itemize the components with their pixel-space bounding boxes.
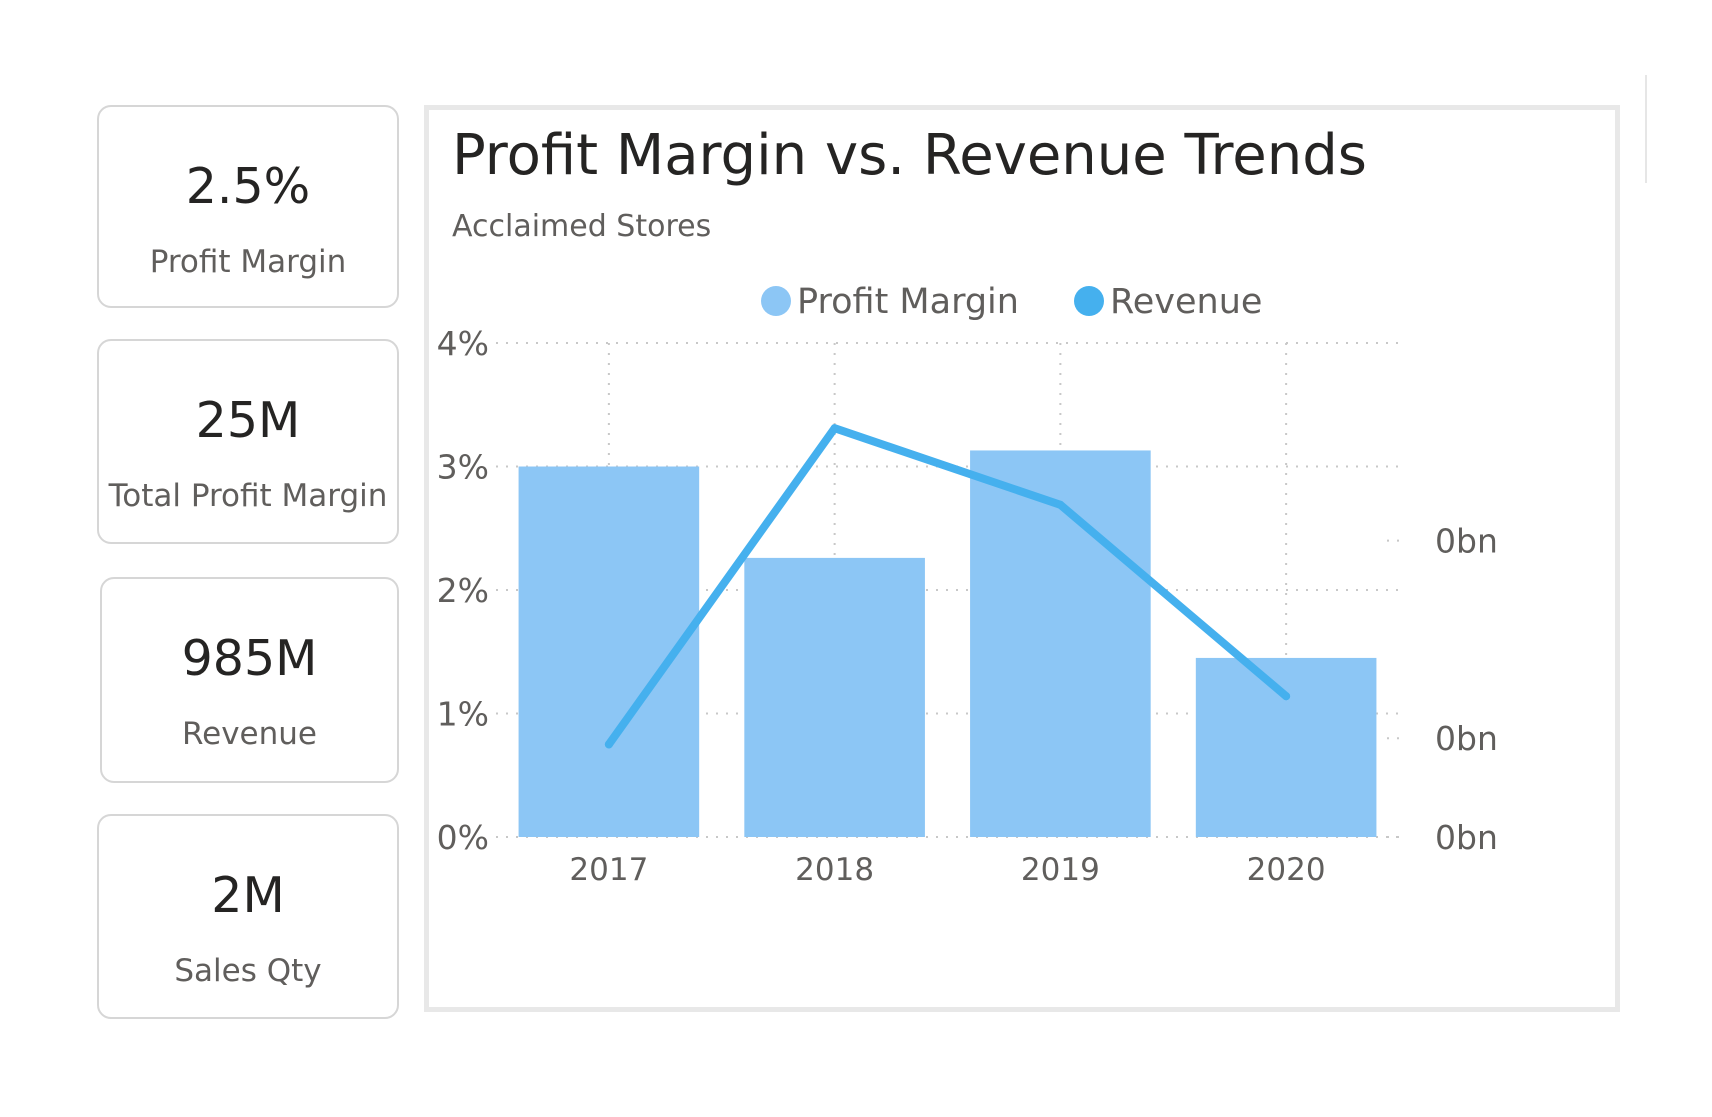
- legend-revenue-label: Revenue: [1110, 282, 1262, 322]
- x-tick-label: 2019: [1021, 852, 1100, 888]
- kpi-value: 2.5%: [185, 158, 311, 215]
- kpi-value: 985M: [181, 630, 318, 687]
- revenue-point-2018[interactable]: [830, 424, 839, 433]
- y-left-tick-label: 3%: [437, 448, 489, 487]
- kpi-card-profit-margin[interactable]: 2.5% Profit Margin: [97, 105, 399, 308]
- kpi-label: Profit Margin: [149, 244, 347, 280]
- legend-profit-margin-swatch: [761, 286, 791, 316]
- kpi-label: Sales Qty: [174, 953, 322, 989]
- bars: [518, 450, 1377, 837]
- legend-profit-margin-label: Profit Margin: [797, 282, 1019, 322]
- x-tick-label: 2017: [569, 852, 648, 888]
- y-right-tick-label: 0bn: [1435, 818, 1498, 857]
- kpi-card-revenue[interactable]: 985M Revenue: [100, 577, 399, 783]
- x-tick-label: 2018: [795, 852, 874, 888]
- revenue-point-2017[interactable]: [604, 740, 613, 749]
- y-left-tick-label: 1%: [437, 695, 489, 734]
- y-left-tick-label: 2%: [437, 571, 489, 610]
- kpi-card-total-profit-margin[interactable]: 25M Total Profit Margin: [97, 339, 399, 544]
- chart-title: Profit Margin vs. Revenue Trends: [452, 123, 1367, 188]
- kpi-value: 2M: [211, 867, 285, 924]
- legend: Profit Margin Revenue: [761, 282, 1262, 322]
- chart-card[interactable]: Profit Margin vs. Revenue Trends Acclaim…: [424, 105, 1620, 1012]
- kpi-value: 25M: [195, 392, 301, 449]
- kpi-label: Revenue: [181, 716, 317, 752]
- kpi-card-sales-qty[interactable]: 2M Sales Qty: [97, 814, 399, 1019]
- revenue-line-layer: [604, 424, 1291, 749]
- kpi-label: Total Profit Margin: [108, 478, 388, 514]
- y-right-tick-label: 0bn: [1435, 522, 1498, 561]
- bar-profit-margin-2018[interactable]: [744, 557, 925, 837]
- revenue-line[interactable]: [604, 424, 1291, 749]
- bar-profit-margin-2020[interactable]: [1195, 657, 1377, 837]
- scrollbar-edge: [1645, 75, 1647, 183]
- combo-chart[interactable]: Profit Margin vs. Revenue Trends Acclaim…: [429, 110, 1615, 1007]
- legend-revenue-swatch: [1074, 286, 1104, 316]
- y-left-tick-label: 4%: [437, 324, 489, 363]
- y-left-tick-label: 0%: [437, 818, 489, 857]
- revenue-point-2019[interactable]: [1056, 500, 1065, 509]
- chart-subtitle: Acclaimed Stores: [452, 209, 711, 244]
- revenue-point-2020[interactable]: [1282, 692, 1291, 701]
- y-right-tick-label: 0bn: [1435, 719, 1498, 758]
- x-tick-label: 2020: [1247, 852, 1326, 888]
